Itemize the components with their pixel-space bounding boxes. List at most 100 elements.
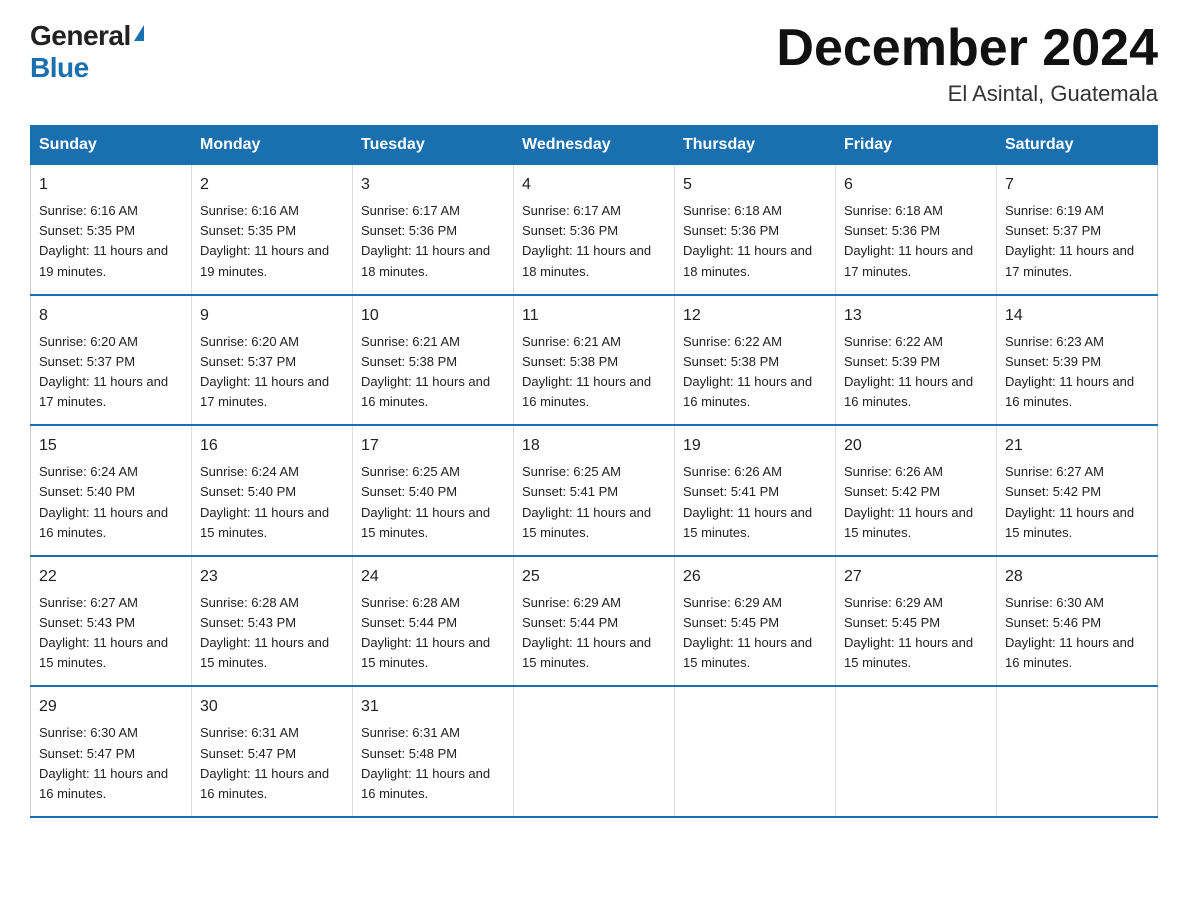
day-info: Sunrise: 6:26 AMSunset: 5:41 PMDaylight:… — [683, 464, 812, 539]
day-info: Sunrise: 6:25 AMSunset: 5:40 PMDaylight:… — [361, 464, 490, 539]
location-title: El Asintal, Guatemala — [776, 81, 1158, 107]
day-number: 1 — [39, 173, 183, 197]
day-info: Sunrise: 6:19 AMSunset: 5:37 PMDaylight:… — [1005, 203, 1134, 278]
calendar-cell: 7 Sunrise: 6:19 AMSunset: 5:37 PMDaylight… — [997, 165, 1158, 295]
calendar-cell: 17 Sunrise: 6:25 AMSunset: 5:40 PMDayligh… — [353, 425, 514, 556]
calendar-cell: 28 Sunrise: 6:30 AMSunset: 5:46 PMDayligh… — [997, 556, 1158, 687]
calendar-cell: 31 Sunrise: 6:31 AMSunset: 5:48 PMDayligh… — [353, 686, 514, 817]
title-section: December 2024 El Asintal, Guatemala — [776, 20, 1158, 107]
day-info: Sunrise: 6:22 AMSunset: 5:39 PMDaylight:… — [844, 334, 973, 409]
day-number: 19 — [683, 434, 827, 458]
day-info: Sunrise: 6:22 AMSunset: 5:38 PMDaylight:… — [683, 334, 812, 409]
logo-blue-text: Blue — [30, 52, 89, 83]
calendar-cell: 4 Sunrise: 6:17 AMSunset: 5:36 PMDaylight… — [514, 165, 675, 295]
calendar-cell — [514, 686, 675, 817]
calendar-cell: 21 Sunrise: 6:27 AMSunset: 5:42 PMDayligh… — [997, 425, 1158, 556]
day-number: 15 — [39, 434, 183, 458]
calendar-cell: 23 Sunrise: 6:28 AMSunset: 5:43 PMDayligh… — [192, 556, 353, 687]
calendar-cell: 3 Sunrise: 6:17 AMSunset: 5:36 PMDaylight… — [353, 165, 514, 295]
day-number: 6 — [844, 173, 988, 197]
calendar-cell: 9 Sunrise: 6:20 AMSunset: 5:37 PMDaylight… — [192, 295, 353, 426]
day-number: 29 — [39, 695, 183, 719]
calendar-cell: 27 Sunrise: 6:29 AMSunset: 5:45 PMDayligh… — [836, 556, 997, 687]
calendar-table: SundayMondayTuesdayWednesdayThursdayFrid… — [30, 125, 1158, 818]
calendar-cell: 30 Sunrise: 6:31 AMSunset: 5:47 PMDayligh… — [192, 686, 353, 817]
calendar-week-row: 1 Sunrise: 6:16 AMSunset: 5:35 PMDaylight… — [31, 165, 1158, 295]
column-header-tuesday: Tuesday — [353, 126, 514, 165]
calendar-cell: 8 Sunrise: 6:20 AMSunset: 5:37 PMDaylight… — [31, 295, 192, 426]
calendar-week-row: 15 Sunrise: 6:24 AMSunset: 5:40 PMDayligh… — [31, 425, 1158, 556]
day-info: Sunrise: 6:20 AMSunset: 5:37 PMDaylight:… — [200, 334, 329, 409]
day-number: 12 — [683, 304, 827, 328]
day-info: Sunrise: 6:17 AMSunset: 5:36 PMDaylight:… — [361, 203, 490, 278]
day-number: 2 — [200, 173, 344, 197]
day-info: Sunrise: 6:30 AMSunset: 5:46 PMDaylight:… — [1005, 595, 1134, 670]
day-number: 22 — [39, 565, 183, 589]
day-number: 5 — [683, 173, 827, 197]
day-number: 8 — [39, 304, 183, 328]
calendar-cell: 11 Sunrise: 6:21 AMSunset: 5:38 PMDayligh… — [514, 295, 675, 426]
day-number: 28 — [1005, 565, 1149, 589]
day-info: Sunrise: 6:16 AMSunset: 5:35 PMDaylight:… — [39, 203, 168, 278]
day-info: Sunrise: 6:31 AMSunset: 5:48 PMDaylight:… — [361, 725, 490, 800]
logo: General Blue — [30, 20, 144, 84]
day-number: 30 — [200, 695, 344, 719]
day-info: Sunrise: 6:29 AMSunset: 5:45 PMDaylight:… — [844, 595, 973, 670]
day-number: 24 — [361, 565, 505, 589]
day-number: 27 — [844, 565, 988, 589]
day-info: Sunrise: 6:17 AMSunset: 5:36 PMDaylight:… — [522, 203, 651, 278]
day-number: 23 — [200, 565, 344, 589]
column-header-friday: Friday — [836, 126, 997, 165]
calendar-cell: 12 Sunrise: 6:22 AMSunset: 5:38 PMDayligh… — [675, 295, 836, 426]
calendar-cell: 24 Sunrise: 6:28 AMSunset: 5:44 PMDayligh… — [353, 556, 514, 687]
day-number: 10 — [361, 304, 505, 328]
day-number: 17 — [361, 434, 505, 458]
column-header-saturday: Saturday — [997, 126, 1158, 165]
day-info: Sunrise: 6:20 AMSunset: 5:37 PMDaylight:… — [39, 334, 168, 409]
day-info: Sunrise: 6:24 AMSunset: 5:40 PMDaylight:… — [39, 464, 168, 539]
calendar-cell: 14Sunrise: 6:23 AMSunset: 5:39 PMDayligh… — [997, 295, 1158, 426]
day-number: 21 — [1005, 434, 1149, 458]
calendar-cell: 22 Sunrise: 6:27 AMSunset: 5:43 PMDayligh… — [31, 556, 192, 687]
day-info: Sunrise: 6:30 AMSunset: 5:47 PMDaylight:… — [39, 725, 168, 800]
calendar-cell: 13 Sunrise: 6:22 AMSunset: 5:39 PMDayligh… — [836, 295, 997, 426]
day-info: Sunrise: 6:28 AMSunset: 5:44 PMDaylight:… — [361, 595, 490, 670]
day-number: 4 — [522, 173, 666, 197]
day-info: Sunrise: 6:28 AMSunset: 5:43 PMDaylight:… — [200, 595, 329, 670]
logo-general-text: General — [30, 20, 131, 52]
column-header-monday: Monday — [192, 126, 353, 165]
day-number: 9 — [200, 304, 344, 328]
calendar-cell: 18Sunrise: 6:25 AMSunset: 5:41 PMDayligh… — [514, 425, 675, 556]
day-info: Sunrise: 6:18 AMSunset: 5:36 PMDaylight:… — [844, 203, 973, 278]
day-number: 25 — [522, 565, 666, 589]
calendar-cell: 19 Sunrise: 6:26 AMSunset: 5:41 PMDayligh… — [675, 425, 836, 556]
day-number: 31 — [361, 695, 505, 719]
calendar-cell — [675, 686, 836, 817]
day-info: Sunrise: 6:26 AMSunset: 5:42 PMDaylight:… — [844, 464, 973, 539]
calendar-cell: 15 Sunrise: 6:24 AMSunset: 5:40 PMDayligh… — [31, 425, 192, 556]
day-number: 14 — [1005, 304, 1149, 328]
day-info: Sunrise: 6:21 AMSunset: 5:38 PMDaylight:… — [361, 334, 490, 409]
day-number: 11 — [522, 304, 666, 328]
day-number: 3 — [361, 173, 505, 197]
calendar-cell: 16Sunrise: 6:24 AMSunset: 5:40 PMDayligh… — [192, 425, 353, 556]
day-number: 26 — [683, 565, 827, 589]
day-info: Sunrise: 6:29 AMSunset: 5:45 PMDaylight:… — [683, 595, 812, 670]
logo-triangle-icon — [134, 25, 144, 41]
day-number: 7 — [1005, 173, 1149, 197]
column-header-wednesday: Wednesday — [514, 126, 675, 165]
calendar-header-row: SundayMondayTuesdayWednesdayThursdayFrid… — [31, 126, 1158, 165]
calendar-cell: 20Sunrise: 6:26 AMSunset: 5:42 PMDayligh… — [836, 425, 997, 556]
month-title: December 2024 — [776, 20, 1158, 77]
day-info: Sunrise: 6:29 AMSunset: 5:44 PMDaylight:… — [522, 595, 651, 670]
day-info: Sunrise: 6:18 AMSunset: 5:36 PMDaylight:… — [683, 203, 812, 278]
day-info: Sunrise: 6:27 AMSunset: 5:42 PMDaylight:… — [1005, 464, 1134, 539]
calendar-cell: 1 Sunrise: 6:16 AMSunset: 5:35 PMDaylight… — [31, 165, 192, 295]
day-info: Sunrise: 6:27 AMSunset: 5:43 PMDaylight:… — [39, 595, 168, 670]
day-info: Sunrise: 6:31 AMSunset: 5:47 PMDaylight:… — [200, 725, 329, 800]
day-info: Sunrise: 6:21 AMSunset: 5:38 PMDaylight:… — [522, 334, 651, 409]
calendar-cell: 29 Sunrise: 6:30 AMSunset: 5:47 PMDayligh… — [31, 686, 192, 817]
calendar-week-row: 8 Sunrise: 6:20 AMSunset: 5:37 PMDaylight… — [31, 295, 1158, 426]
column-header-sunday: Sunday — [31, 126, 192, 165]
day-number: 13 — [844, 304, 988, 328]
